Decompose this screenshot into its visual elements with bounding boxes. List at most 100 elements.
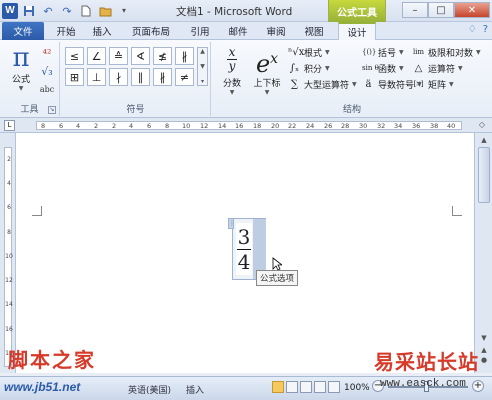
watermark-left-url: www.jb51.net	[4, 380, 81, 394]
expand-gallery-icon[interactable]: ▾	[201, 78, 204, 85]
ruler-number: 20	[271, 122, 280, 130]
scroll-down-icon[interactable]: ▼	[478, 333, 490, 344]
zoom-in-icon[interactable]: +	[472, 380, 484, 392]
ruler-number: 12	[200, 122, 209, 130]
scroll-thumb[interactable]	[478, 147, 490, 203]
symbol-cell[interactable]: ∠	[87, 47, 106, 65]
symbol-cell[interactable]: ∥	[131, 68, 150, 86]
symbol-cell[interactable]: ∦	[153, 68, 172, 86]
print-layout-view-icon[interactable]	[272, 381, 284, 393]
language-status[interactable]: 英语(美国)	[128, 383, 171, 396]
equation-button[interactable]: π 公式 ▼	[7, 44, 35, 92]
symbol-cell[interactable]: ⊥	[87, 68, 106, 86]
denominator[interactable]: 4	[238, 251, 251, 273]
web-layout-view-icon[interactable]	[300, 381, 312, 393]
quick-access-toolbar: W ↶ ↷ ▾	[2, 3, 132, 19]
chevron-down-icon: ▼	[399, 48, 404, 56]
integral-icon: ∫ₓ	[289, 62, 300, 74]
watermark-left: 脚本之家	[8, 348, 96, 372]
script-button[interactable]: ex 上下标 ▼	[248, 44, 286, 96]
tab-mailings[interactable]: 邮件	[224, 22, 252, 40]
tab-design[interactable]: 设计	[338, 22, 376, 40]
vertical-scrollbar[interactable]: ▲ ▼ ▲ ●	[474, 133, 492, 373]
equation-handle-icon[interactable]: ⋮	[228, 218, 235, 229]
professional-format-icon[interactable]: ⁴²	[38, 45, 56, 61]
symbol-gallery-scroll[interactable]: ▲ ▼ ▾	[197, 47, 208, 86]
chevron-down-icon: ▼	[264, 89, 270, 96]
zoom-level[interactable]: 100%	[344, 383, 370, 393]
help-icon[interactable]: ?	[483, 24, 488, 35]
symbol-cell[interactable]: ⊞	[65, 68, 84, 86]
integral-button[interactable]: ∫ₓ 积分 ▼	[288, 61, 357, 75]
ruler-number: 30	[359, 122, 368, 130]
tab-review[interactable]: 审阅	[262, 22, 290, 40]
radical-button[interactable]: ⁿ√x 根式 ▼	[288, 45, 357, 59]
word-icon[interactable]: W	[2, 3, 18, 19]
insert-mode-status[interactable]: 插入	[186, 383, 204, 396]
tab-selector[interactable]: L	[4, 120, 15, 131]
symbol-cell[interactable]: ∦	[175, 47, 194, 65]
tools-launcher-icon[interactable]: ↘	[48, 106, 56, 114]
window-title: 文档1 - Microsoft Word	[176, 6, 293, 18]
tab-insert[interactable]: 插入	[88, 22, 116, 40]
ruler-track[interactable]: 8 6 4 2 2 4 6 8 10 12 14 16 18 20 22 24 26 28 30 32 34 36 38 40	[36, 121, 462, 130]
symbol-cell[interactable]: ≠	[175, 68, 194, 86]
fraction-icon: xy	[227, 44, 237, 73]
limit-log-button[interactable]: lim 极限和对数 ▼	[412, 45, 481, 59]
full-screen-view-icon[interactable]	[286, 381, 298, 393]
chevron-down-icon: ▼	[325, 48, 330, 56]
operator-button[interactable]: △ 运算符 ▼	[412, 61, 481, 75]
scroll-up-icon[interactable]: ▲	[478, 135, 490, 146]
document-page[interactable]: ⋮ 3 4 公式选项	[16, 133, 474, 373]
tab-references[interactable]: 引用	[186, 22, 214, 40]
chevron-down-icon: ▼	[476, 48, 481, 56]
customize-icon[interactable]: ▾	[116, 3, 132, 19]
ruler-number: 16	[235, 122, 244, 130]
margin-corner-mark	[32, 206, 42, 216]
normal-text-icon[interactable]: abc	[38, 81, 56, 97]
close-button[interactable]: ✕	[454, 2, 490, 18]
undo-icon[interactable]: ↶	[40, 3, 56, 19]
ribbon-tabs: 文件 开始 插入 页面布局 引用 邮件 审阅 视图 设计 ♢ ?	[0, 22, 492, 40]
equation-label: 公式	[11, 75, 30, 85]
vertical-ruler-number: 10	[5, 253, 13, 260]
large-operator-button[interactable]: ∑ 大型运算符 ▼	[288, 77, 357, 91]
numerator[interactable]: 3	[238, 226, 251, 248]
symbol-gallery: ≤ ∠ ≙ ∢ ≰ ∦ ⊞ ⊥ ∤ ∥ ∦ ≠	[65, 47, 197, 86]
equation-fraction[interactable]: 3 4	[236, 223, 252, 275]
chevron-down-icon: ▼	[325, 64, 330, 72]
tab-page-layout[interactable]: 页面布局	[126, 22, 176, 40]
minimize-button[interactable]: –	[402, 2, 428, 18]
matrix-icon: [∷]	[413, 80, 424, 88]
group-tools: π 公式 ▼ ⁴² √₃ abc 工具 ↘	[0, 42, 60, 116]
ruler-number: 8	[165, 122, 170, 130]
symbol-cell[interactable]: ∤	[109, 68, 128, 86]
maximize-button[interactable]: □	[428, 2, 454, 18]
fraction-button[interactable]: xy 分数 ▼	[218, 44, 246, 97]
tools-small-buttons: ⁴² √₃ abc	[38, 45, 56, 97]
chevron-up-icon[interactable]: ▲	[200, 48, 205, 55]
outline-view-icon[interactable]	[314, 381, 326, 393]
symbol-cell[interactable]: ≤	[65, 47, 84, 65]
new-doc-icon[interactable]	[78, 3, 94, 19]
tab-view[interactable]: 视图	[300, 22, 328, 40]
vertical-ruler-track[interactable]: 2 4 6 8 10 12 14 16 18	[4, 147, 13, 367]
tab-file[interactable]: 文件	[2, 22, 44, 40]
symbol-cell[interactable]: ≙	[109, 47, 128, 65]
tab-home[interactable]: 开始	[52, 22, 80, 40]
ribbon: π 公式 ▼ ⁴² √₃ abc 工具 ↘ ≤ ∠ ≙ ∢ ≰ ∦ ⊞ ⊥ ∤ …	[0, 40, 492, 118]
draft-view-icon[interactable]	[328, 381, 340, 393]
function-icon: sin θ	[362, 64, 379, 72]
save-icon[interactable]	[21, 3, 37, 19]
chevron-down-icon[interactable]: ▼	[200, 63, 205, 70]
open-folder-icon[interactable]	[97, 3, 113, 19]
redo-icon[interactable]: ↷	[59, 3, 75, 19]
browse-object-icon[interactable]: ●	[478, 355, 490, 366]
ribbon-minimize-icon[interactable]: ♢	[468, 24, 477, 35]
symbol-cell[interactable]: ∢	[131, 47, 150, 65]
sum-icon: ∑	[290, 78, 299, 90]
linear-format-icon[interactable]: √₃	[38, 63, 56, 79]
matrix-button[interactable]: [∷] 矩阵 ▼	[412, 77, 481, 91]
symbol-cell[interactable]: ≰	[153, 47, 172, 65]
view-ruler-icon[interactable]: ◇	[476, 120, 488, 131]
